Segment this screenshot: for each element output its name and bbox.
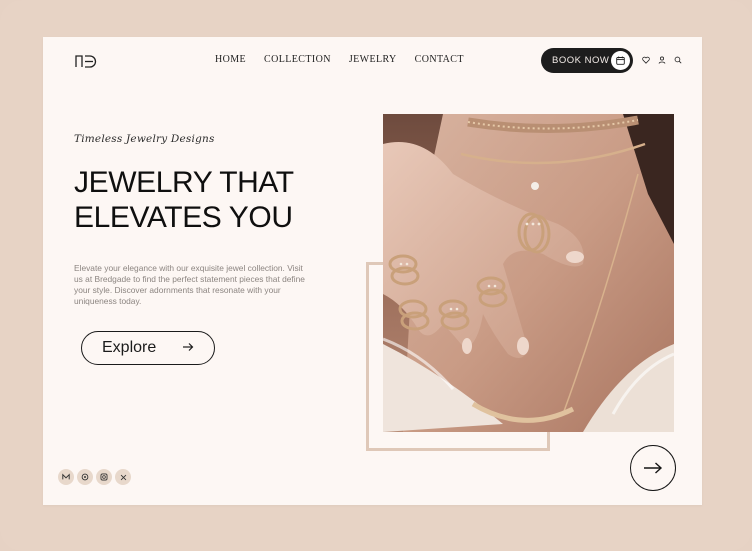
- nav-home[interactable]: HOME: [215, 54, 246, 65]
- explore-label: Explore: [102, 339, 157, 356]
- hero-image: [383, 114, 674, 432]
- tagline: Timeless Jewelry Designs: [74, 133, 215, 145]
- hero-description: Elevate your elegance with our exquisite…: [74, 263, 305, 306]
- medium-icon[interactable]: [58, 469, 74, 485]
- pinterest-icon[interactable]: [77, 469, 93, 485]
- landing-page: HOME COLLECTION JEWELRY CONTACT BOOK NOW: [43, 37, 702, 505]
- social-links: [58, 469, 131, 485]
- user-icon[interactable]: [657, 55, 666, 64]
- brand-monogram-icon[interactable]: [75, 54, 97, 68]
- nav-collection[interactable]: COLLECTION: [264, 54, 331, 65]
- header-icons: [641, 55, 682, 64]
- headline-line-2: ELEVATES YOU: [74, 201, 293, 234]
- nav-contact[interactable]: CONTACT: [415, 54, 464, 65]
- search-icon[interactable]: [673, 55, 682, 64]
- headline-line-1: JEWELRY THAT: [74, 166, 294, 199]
- instagram-icon[interactable]: [96, 469, 112, 485]
- book-now-button[interactable]: BOOK NOW: [541, 48, 633, 73]
- next-slide-button[interactable]: [630, 445, 676, 491]
- explore-button[interactable]: Explore: [81, 331, 215, 365]
- hand-with-gold-rings-and-necklace-photo: [383, 114, 674, 432]
- outer-frame: HOME COLLECTION JEWELRY CONTACT BOOK NOW: [0, 0, 752, 551]
- heart-icon[interactable]: [641, 55, 650, 64]
- arrow-right-icon: [183, 343, 194, 351]
- hero-headline: JEWELRY THAT ELEVATES YOU: [74, 165, 334, 235]
- book-now-label: BOOK NOW: [552, 55, 610, 66]
- calendar-icon: [611, 51, 630, 70]
- arrow-right-icon: [644, 462, 663, 474]
- nav-jewelry[interactable]: JEWELRY: [349, 54, 397, 65]
- x-icon[interactable]: [115, 469, 131, 485]
- main-nav: HOME COLLECTION JEWELRY CONTACT: [215, 54, 464, 65]
